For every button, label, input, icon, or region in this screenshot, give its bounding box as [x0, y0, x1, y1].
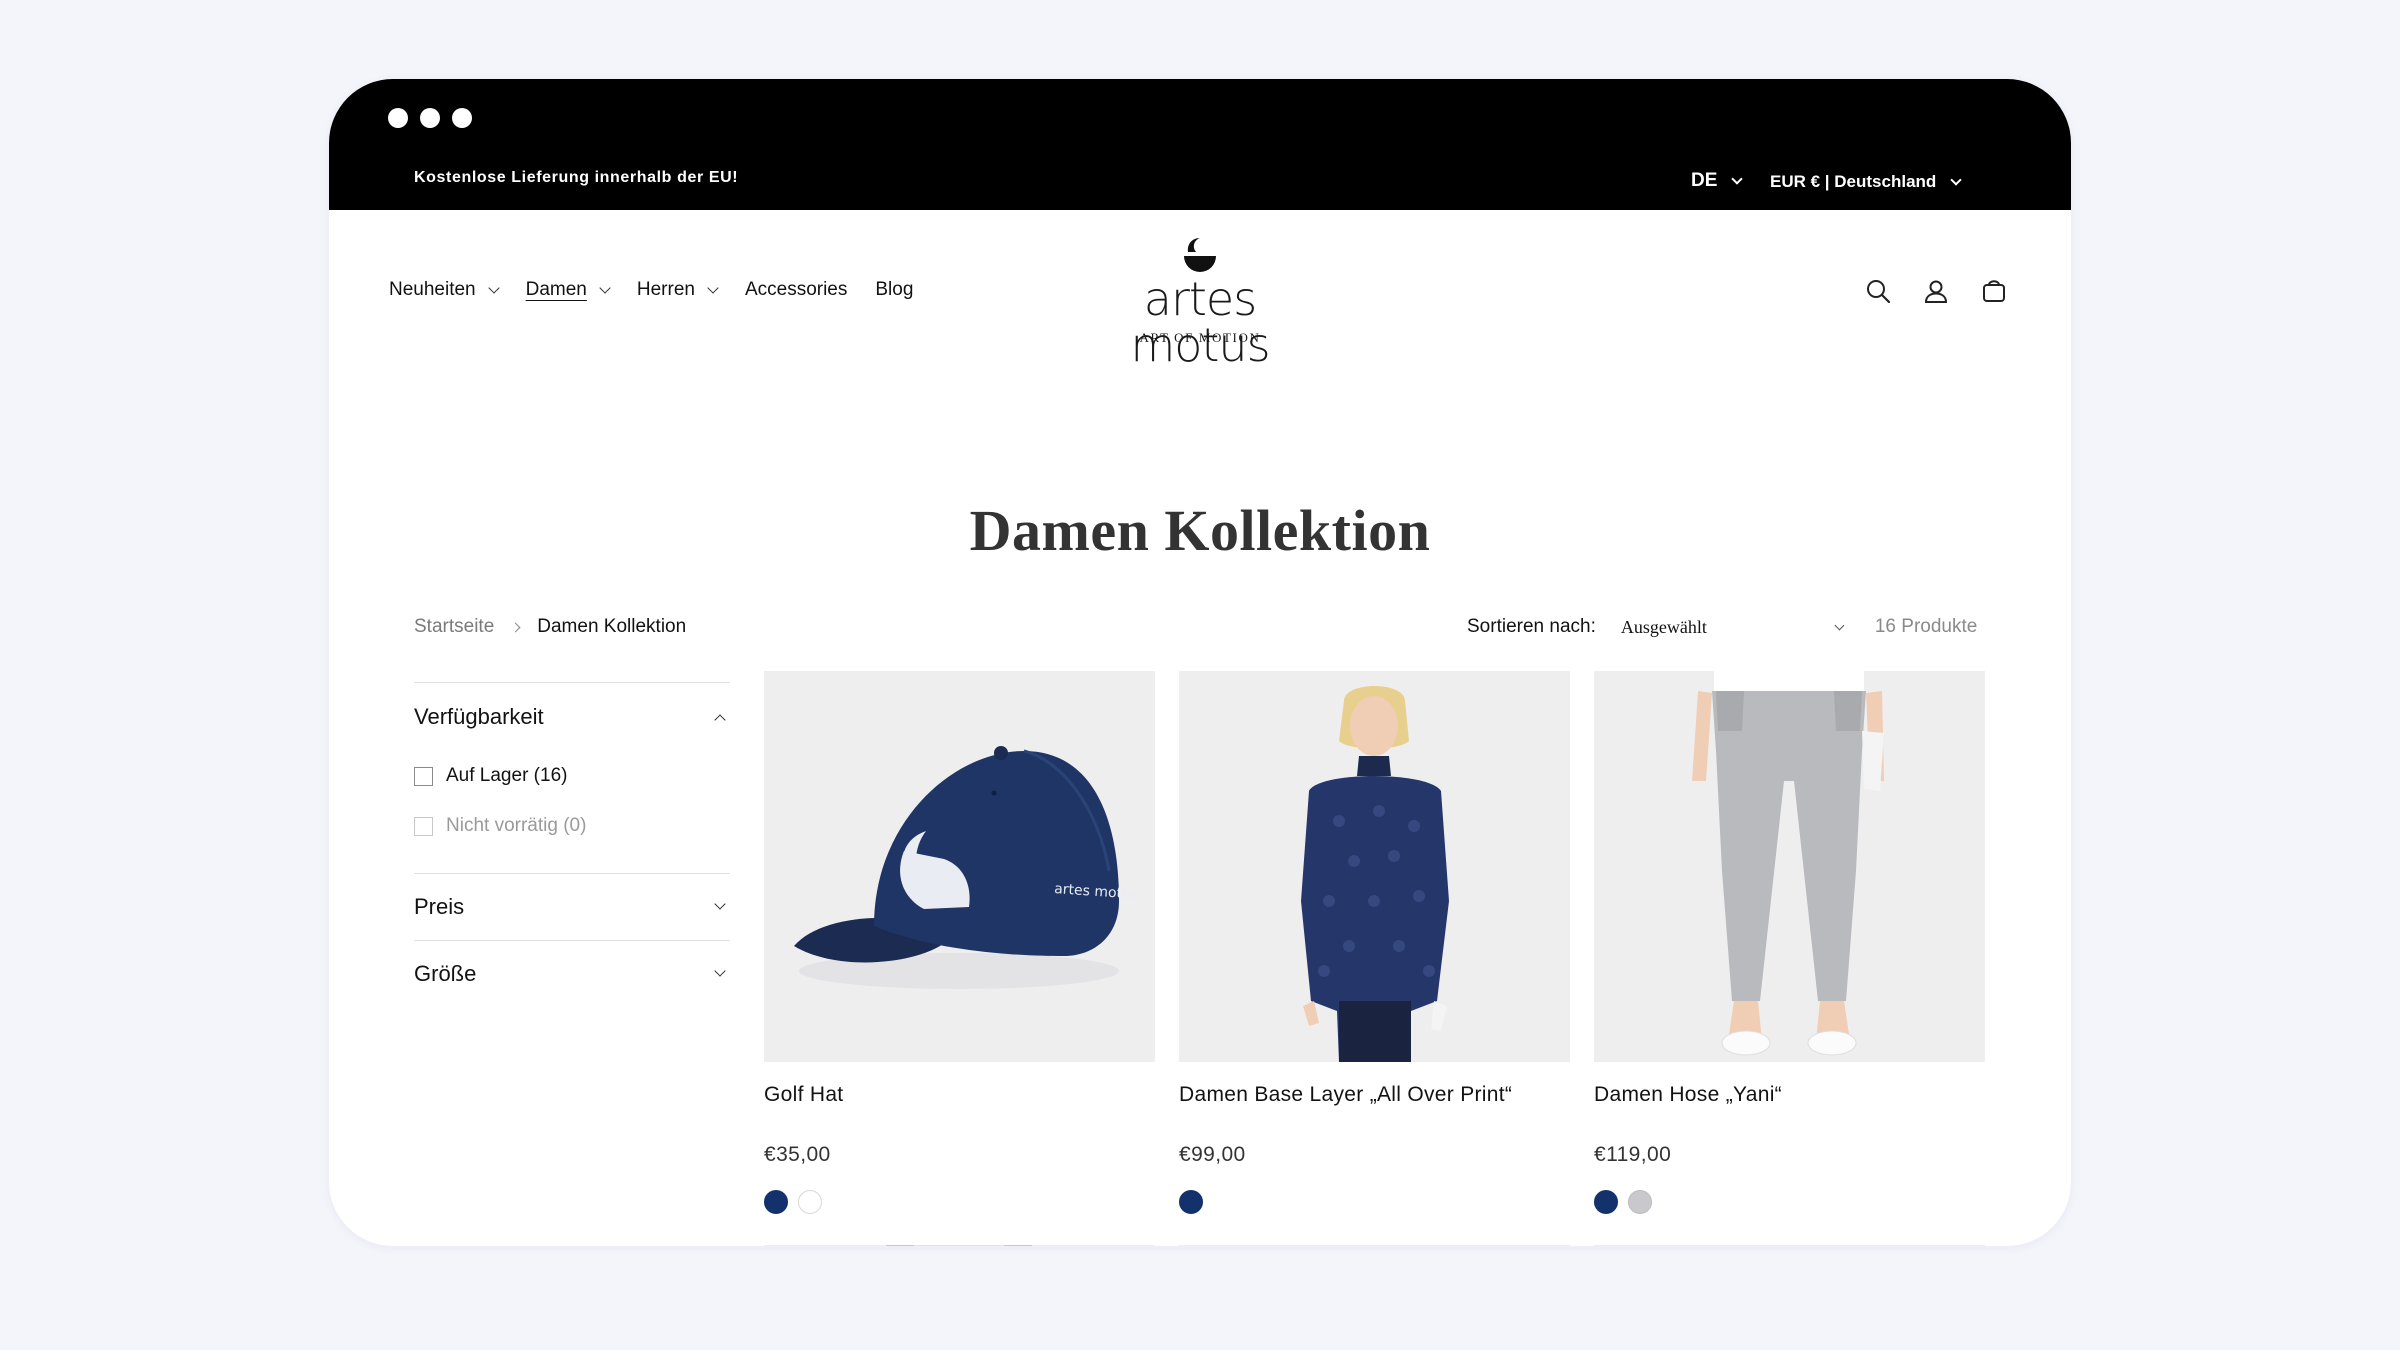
filter-price-toggle[interactable]: Preis: [414, 874, 730, 940]
chevron-down-icon: [714, 898, 726, 910]
product-price: €35,00: [764, 1143, 831, 1166]
account-icon[interactable]: [1922, 277, 1950, 305]
nav-label: Damen: [525, 279, 587, 300]
header-actions: [1864, 277, 2008, 305]
window-dot[interactable]: [420, 108, 440, 128]
language-label: DE: [1691, 170, 1718, 191]
chevron-right-icon: [510, 622, 521, 632]
filter-size: Größe: [414, 940, 730, 1007]
breadcrumb-current: Damen Kollektion: [537, 616, 687, 637]
product-title[interactable]: Golf Hat: [764, 1083, 843, 1107]
chevron-down-icon: [714, 965, 726, 977]
filter-options: Auf Lager (16) Nicht vorrätig (0): [414, 751, 730, 873]
product-card[interactable]: Damen Hose „Yani“ €119,00: [1594, 671, 1985, 1214]
model-illustration: [1692, 671, 1884, 1056]
chevron-down-icon: [599, 281, 611, 294]
checkbox[interactable]: [414, 766, 433, 786]
chevron-down-icon: [1834, 620, 1845, 630]
breadcrumb: Startseite Damen Kollektion: [414, 616, 686, 638]
product-image[interactable]: [764, 1245, 1155, 1246]
swatch-white[interactable]: [798, 1190, 822, 1214]
browser-window: Kostenlose Lieferung innerhalb der EU! D…: [329, 79, 2071, 1246]
filter-option-in-stock[interactable]: Auf Lager (16): [414, 751, 730, 801]
chevron-down-icon: [1950, 174, 1962, 186]
product-image[interactable]: [1179, 1245, 1570, 1246]
nav-item-accessories[interactable]: Accessories: [745, 279, 847, 301]
product-card[interactable]: Damen Base Layer „All Over Print“ €99,00: [1179, 671, 1570, 1214]
swatch-navy[interactable]: [1179, 1190, 1203, 1214]
nav-label: Herren: [636, 279, 695, 300]
product-card[interactable]: [764, 1245, 1155, 1246]
window-controls: [388, 108, 472, 128]
model-illustration: [1179, 1245, 1570, 1246]
currency-label: EUR € | Deutschland: [1770, 172, 1937, 191]
product-count: 16 Produkte: [1874, 616, 1978, 637]
model-illustration: [886, 1245, 1032, 1246]
site-logo[interactable]: artes motus ART OF MOTION: [1069, 234, 1331, 368]
sort-bar: Sortieren nach: Ausgewählt 16 Produkte: [1467, 616, 1977, 638]
language-selector[interactable]: DE: [1691, 170, 1744, 192]
swatch-navy[interactable]: [764, 1190, 788, 1214]
logo-tagline: ART OF MOTION: [1139, 330, 1261, 345]
model-illustration: [1594, 1245, 1985, 1246]
filter-price: Preis: [414, 873, 730, 940]
nav-label: Blog: [875, 279, 914, 300]
color-swatches: [1179, 1190, 1203, 1214]
announcement-bar: Kostenlose Lieferung innerhalb der EU! D…: [329, 79, 2071, 210]
color-swatches: [764, 1190, 822, 1214]
sort-selected-value: Ausgewählt: [1620, 616, 1707, 637]
chevron-up-icon: [714, 714, 726, 726]
chevron-down-icon: [707, 281, 719, 294]
search-icon[interactable]: [1864, 277, 1892, 305]
filter-title: Preis: [414, 894, 465, 919]
filter-sidebar: Verfügbarkeit Auf Lager (16) Nicht vorrä…: [414, 682, 730, 1007]
filter-title: Verfügbarkeit: [414, 704, 544, 729]
swatch-grey[interactable]: [1628, 1190, 1652, 1214]
sort-dropdown[interactable]: Ausgewählt: [1620, 616, 1845, 638]
filter-option-out-of-stock: Nicht vorrätig (0): [414, 801, 730, 851]
nav-item-neuheiten[interactable]: Neuheiten: [389, 279, 500, 301]
product-price: €99,00: [1179, 1143, 1246, 1166]
nav-item-blog[interactable]: Blog: [875, 279, 913, 301]
nav-label: Accessories: [744, 279, 848, 300]
chevron-down-icon: [487, 281, 500, 294]
nav-item-herren[interactable]: Herren: [636, 279, 719, 301]
product-price: €119,00: [1594, 1143, 1672, 1166]
page-title: Damen Kollektion: [969, 498, 1431, 563]
cap-illustration: artes motus: [794, 746, 1139, 989]
filter-size-toggle[interactable]: Größe: [414, 941, 730, 1007]
logo-wordmark: artes motus: [1130, 272, 1270, 372]
breadcrumb-home[interactable]: Startseite: [414, 616, 494, 638]
model-illustration: [1301, 686, 1449, 1062]
checkbox: [414, 816, 433, 836]
sort-label: Sortieren nach:: [1467, 616, 1596, 637]
chevron-down-icon: [1731, 173, 1744, 185]
filter-option-label: Nicht vorrätig (0): [446, 815, 587, 836]
cart-icon[interactable]: [1980, 277, 2008, 305]
nav-label: Neuheiten: [389, 279, 476, 300]
announcement-text: Kostenlose Lieferung innerhalb der EU!: [414, 169, 739, 186]
filter-title: Größe: [414, 961, 477, 986]
color-swatches: [1594, 1190, 1652, 1214]
main-nav: Neuheiten Damen Herren Accessories Blog: [389, 279, 913, 301]
product-image[interactable]: artes motus: [764, 671, 1155, 1062]
filter-option-label: Auf Lager (16): [446, 765, 568, 786]
product-image[interactable]: [1179, 671, 1570, 1062]
filter-availability-toggle[interactable]: Verfügbarkeit: [414, 683, 730, 751]
logo-mark-icon: [1184, 238, 1216, 272]
product-image[interactable]: [1594, 1245, 1985, 1246]
product-card[interactable]: artes motus Golf Hat €35,00: [764, 671, 1155, 1214]
product-image[interactable]: [1594, 671, 1985, 1062]
window-dot[interactable]: [452, 108, 472, 128]
swatch-navy[interactable]: [1594, 1190, 1618, 1214]
product-card[interactable]: [1594, 1245, 1985, 1246]
product-card[interactable]: [1179, 1245, 1570, 1246]
product-title[interactable]: Damen Hose „Yani“: [1594, 1083, 1782, 1107]
filter-availability: Verfügbarkeit Auf Lager (16) Nicht vorrä…: [414, 682, 730, 873]
window-dot[interactable]: [388, 108, 408, 128]
nav-item-damen[interactable]: Damen: [525, 279, 611, 301]
currency-selector[interactable]: EUR € | Deutschland: [1770, 172, 1962, 192]
product-title[interactable]: Damen Base Layer „All Over Print“: [1179, 1083, 1512, 1107]
